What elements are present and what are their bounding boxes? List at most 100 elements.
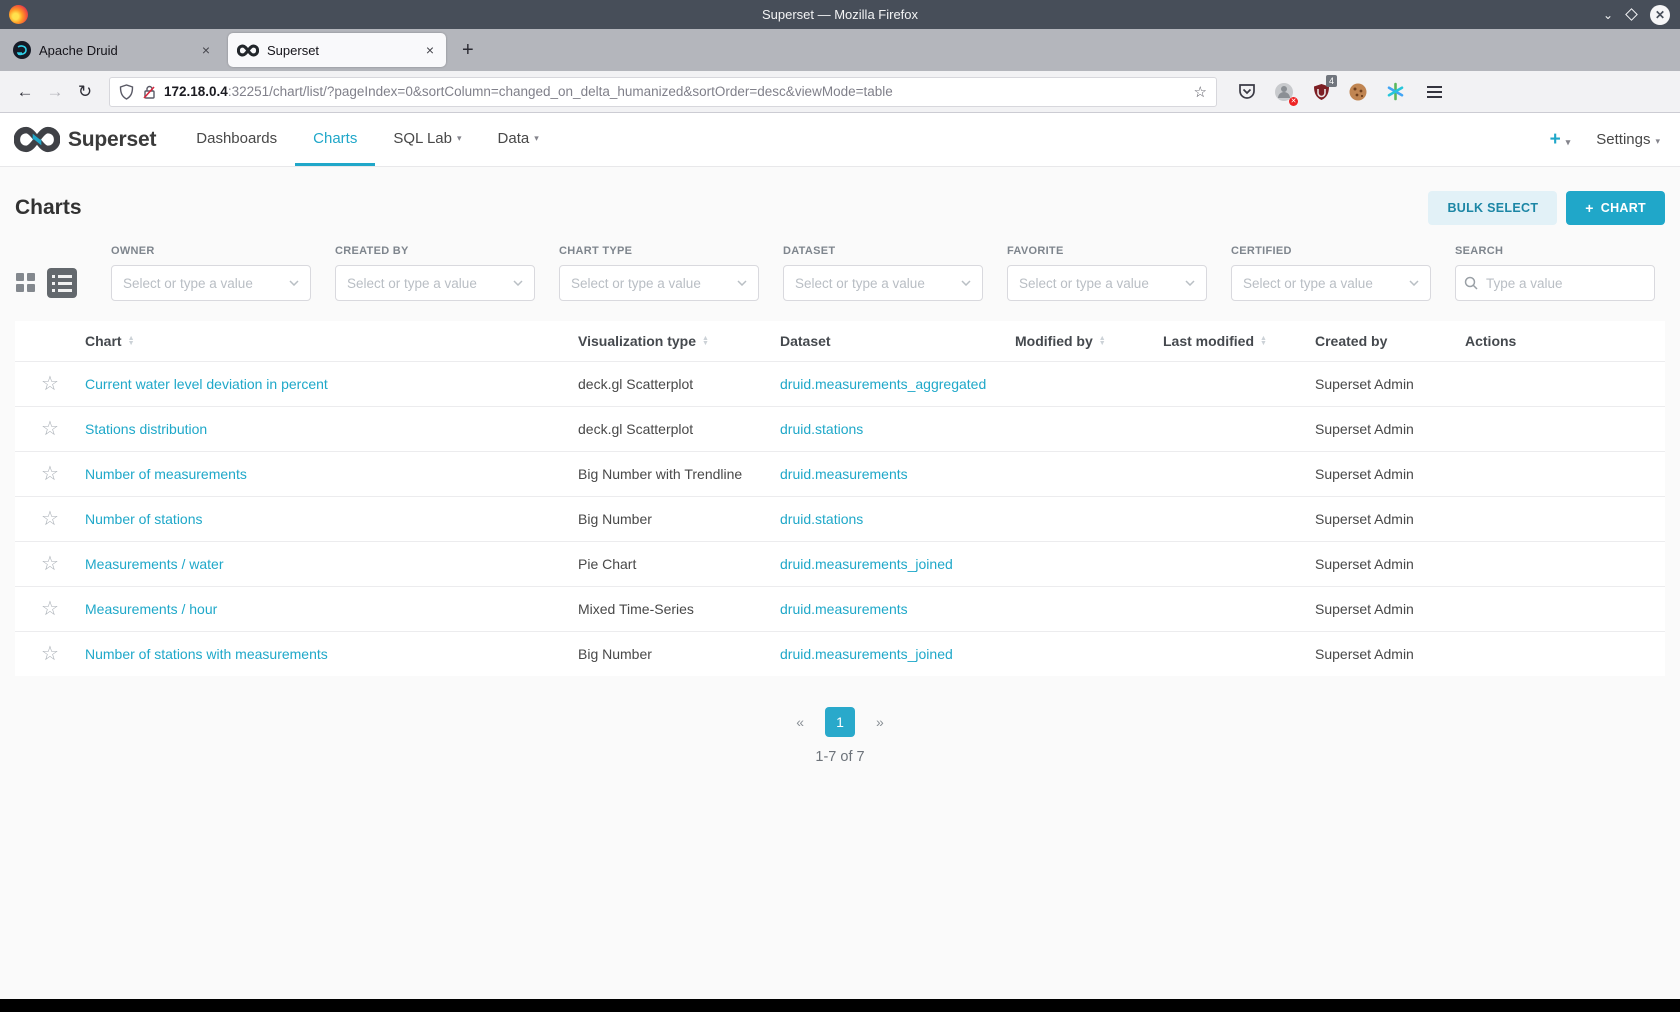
column-header-last-modified[interactable]: Last modified ▲ ▼: [1163, 333, 1315, 349]
filter-select[interactable]: Select or type a value: [1007, 265, 1207, 301]
pagination-prev-icon[interactable]: «: [796, 714, 804, 730]
filter-label: SEARCH: [1455, 245, 1504, 257]
asterisk-extension-icon[interactable]: [1383, 80, 1407, 104]
chevron-down-icon: [961, 280, 971, 286]
filter-dataset: DATASET Select or type a value: [783, 245, 983, 301]
sort-icon[interactable]: ▲ ▼: [702, 335, 709, 347]
window-close-icon[interactable]: ✕: [1650, 4, 1670, 25]
reload-icon[interactable]: ↻: [70, 78, 100, 106]
favorite-star-icon[interactable]: ☆: [41, 554, 59, 574]
chart-name-link[interactable]: Number of stations: [85, 511, 578, 527]
favorite-star-icon[interactable]: ☆: [41, 419, 59, 439]
select-placeholder: Select or type a value: [1019, 275, 1149, 291]
window-minimize-icon[interactable]: ⌄: [1603, 8, 1613, 22]
filter-label: DATASET: [783, 245, 836, 257]
tracking-shield-icon[interactable]: [119, 83, 134, 100]
tab-close-icon[interactable]: ×: [423, 42, 437, 58]
column-header-modified-by[interactable]: Modified by ▲ ▼: [1015, 333, 1163, 349]
chevron-down-icon: ▾: [1565, 136, 1571, 147]
charts-table: Chart ▲ ▼ Visualization type ▲ ▼ Dataset Mod…: [15, 321, 1665, 676]
tab-label: Superset: [267, 42, 320, 58]
nav-item-data[interactable]: Data ▾: [480, 113, 557, 166]
tab-apache-druid[interactable]: Apache Druid ×: [4, 33, 222, 67]
filter-select[interactable]: Select or type a value: [1231, 265, 1431, 301]
url-bar[interactable]: 172.18.0.4:32251/chart/list/?pageIndex=0…: [109, 76, 1217, 107]
filter-select[interactable]: Select or type a value: [335, 265, 535, 301]
table-header-row: Chart ▲ ▼ Visualization type ▲ ▼ Dataset Mod…: [15, 321, 1665, 361]
dataset-link[interactable]: druid.measurements: [780, 466, 1015, 482]
forward-icon[interactable]: →: [40, 78, 70, 106]
favorite-star-icon[interactable]: ☆: [41, 464, 59, 484]
filter-chart-type: CHART TYPE Select or type a value: [559, 245, 759, 301]
table-row: ☆ Number of measurements Big Number with…: [15, 451, 1665, 496]
favorite-star-icon[interactable]: ☆: [41, 509, 59, 529]
filter-created-by: CREATED BY Select or type a value: [335, 245, 535, 301]
dataset-link[interactable]: druid.measurements_joined: [780, 646, 1015, 662]
favorite-star-icon[interactable]: ☆: [41, 644, 59, 664]
pagination-page-1[interactable]: 1: [825, 707, 855, 737]
column-header-visualization-type[interactable]: Visualization type ▲ ▼: [578, 333, 780, 349]
tab-close-icon[interactable]: ×: [199, 42, 213, 58]
new-chart-label: CHART: [1600, 201, 1646, 215]
tab-label: Apache Druid: [39, 42, 118, 58]
bookmark-star-icon[interactable]: ☆: [1194, 83, 1207, 101]
chevron-down-icon: [513, 280, 523, 286]
filter-select[interactable]: Select or type a value: [559, 265, 759, 301]
chart-name-link[interactable]: Measurements / water: [85, 556, 578, 572]
nav-item-dashboards[interactable]: Dashboards: [178, 113, 295, 166]
chart-name-link[interactable]: Number of measurements: [85, 466, 578, 482]
created-by-cell: Superset Admin: [1315, 466, 1414, 482]
settings-label: Settings: [1596, 131, 1651, 148]
created-by-cell: Superset Admin: [1315, 376, 1414, 392]
menu-icon[interactable]: [1423, 82, 1446, 102]
pagination-summary: 1-7 of 7: [815, 749, 865, 765]
sort-icon[interactable]: ▲ ▼: [1099, 335, 1106, 347]
dataset-link[interactable]: druid.measurements: [780, 601, 1015, 617]
filter-select[interactable]: Select or type a value: [111, 265, 311, 301]
pagination-next-icon[interactable]: »: [876, 714, 884, 730]
new-item-menu[interactable]: + ▾: [1550, 129, 1571, 151]
card-view-toggle-icon[interactable]: [15, 272, 37, 294]
filter-bar: OWNER Select or type a value CREATED BY …: [0, 245, 1680, 303]
superset-logo[interactable]: Superset: [14, 113, 156, 166]
dataset-link[interactable]: druid.stations: [780, 511, 1015, 527]
chart-name-link[interactable]: Current water level deviation in percent: [85, 376, 578, 392]
sort-icon[interactable]: ▲ ▼: [128, 335, 135, 347]
settings-menu[interactable]: Settings ▾: [1596, 131, 1660, 148]
chart-name-link[interactable]: Measurements / hour: [85, 601, 578, 617]
browser-tab-bar: Apache Druid × Superset × +: [0, 29, 1680, 71]
column-header-chart[interactable]: Chart ▲ ▼: [85, 333, 578, 349]
tab-superset[interactable]: Superset ×: [228, 33, 446, 67]
chevron-down-icon: [1409, 280, 1419, 286]
pocket-icon[interactable]: [1235, 80, 1259, 104]
dataset-link[interactable]: druid.stations: [780, 421, 1015, 437]
filter-select[interactable]: Select or type a value: [783, 265, 983, 301]
window-maximize-icon[interactable]: [1625, 8, 1638, 21]
nav-item-label: SQL Lab: [393, 129, 452, 147]
new-tab-button[interactable]: +: [452, 39, 484, 62]
table-body: ☆ Current water level deviation in perce…: [15, 361, 1665, 676]
dataset-link[interactable]: druid.measurements_aggregated: [780, 376, 1015, 392]
blocker-shield-icon[interactable]: 4: [1309, 74, 1337, 104]
chart-name-link[interactable]: Stations distribution: [85, 421, 578, 437]
nav-item-charts[interactable]: Charts: [295, 113, 376, 166]
cookie-icon[interactable]: [1346, 80, 1370, 104]
chart-name-link[interactable]: Number of stations with measurements: [85, 646, 578, 662]
search-input[interactable]: [1455, 265, 1655, 301]
sort-icon[interactable]: ▲ ▼: [1260, 335, 1267, 347]
insecure-lock-icon[interactable]: [142, 84, 156, 100]
nav-item-sql-lab[interactable]: SQL Lab ▾: [375, 113, 479, 166]
browser-toolbar: ← → ↻ 172.18.0.4:32251/chart/list/?pageI…: [0, 71, 1680, 113]
dataset-link[interactable]: druid.measurements_joined: [780, 556, 1015, 572]
new-chart-button[interactable]: + CHART: [1566, 191, 1665, 225]
chevron-down-icon: [1185, 280, 1195, 286]
bulk-select-button[interactable]: BULK SELECT: [1428, 191, 1558, 225]
nav-item-label: Data: [497, 129, 530, 147]
created-by-cell: Superset Admin: [1315, 646, 1414, 662]
favorite-star-icon[interactable]: ☆: [41, 374, 59, 394]
filter-certified: CERTIFIED Select or type a value: [1231, 245, 1431, 301]
favorite-star-icon[interactable]: ☆: [41, 599, 59, 619]
table-view-toggle-icon[interactable]: [47, 268, 77, 298]
extension-disabled-icon[interactable]: ✕: [1272, 80, 1298, 106]
back-icon[interactable]: ←: [10, 78, 40, 106]
